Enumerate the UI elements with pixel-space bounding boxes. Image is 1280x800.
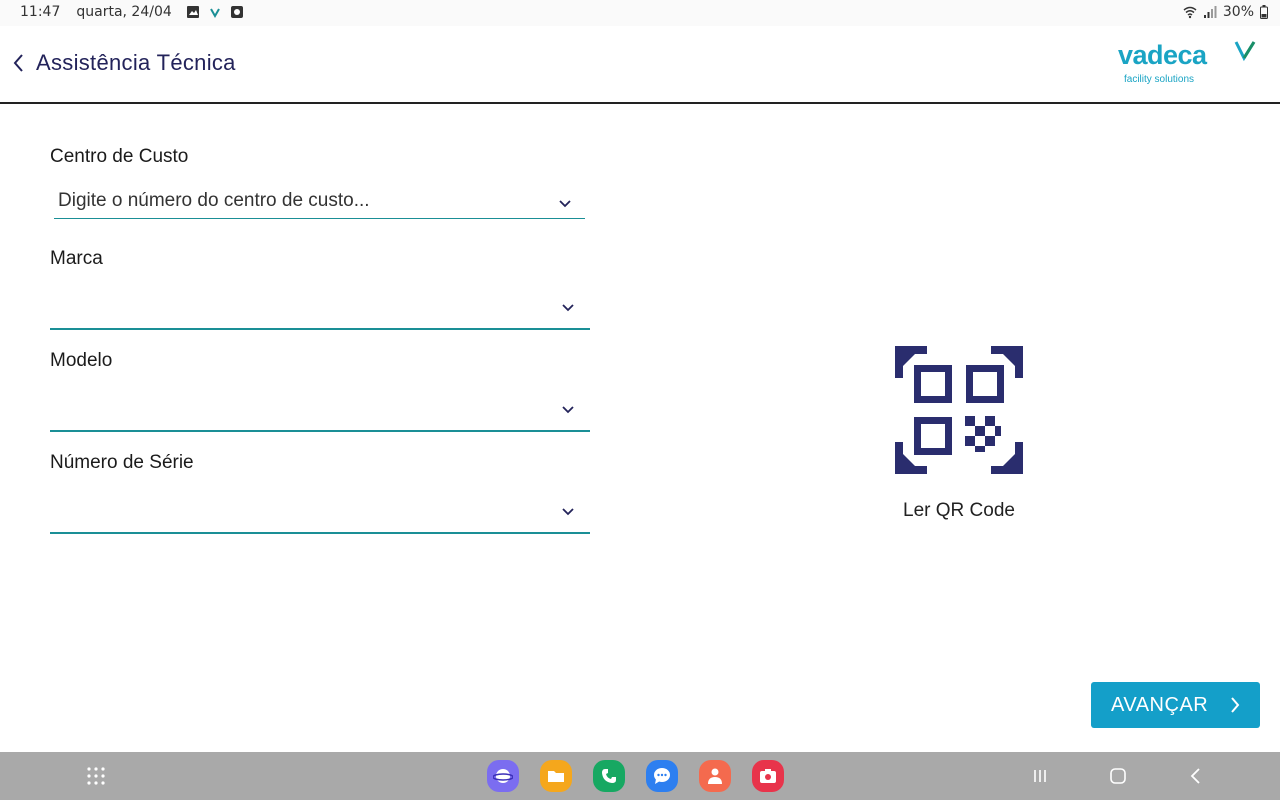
status-time: 11:47: [20, 4, 61, 20]
vadeca-logo: vadeca facility solutions: [1118, 40, 1258, 90]
chat-bubble-icon: [654, 768, 670, 784]
model-select[interactable]: [50, 390, 590, 432]
browser-planet-icon: [493, 769, 513, 783]
app-drawer-button[interactable]: [86, 766, 106, 786]
advance-button-label: AVANÇAR: [1111, 694, 1209, 716]
cost-center-field: Centro de Custo Digite o número do centr…: [50, 146, 590, 220]
brand-select[interactable]: [50, 288, 590, 330]
cost-center-input[interactable]: Digite o número do centro de custo...: [54, 184, 585, 219]
recents-icon: [1034, 770, 1046, 782]
serial-number-select[interactable]: [50, 492, 590, 534]
status-date: quarta, 24/04: [76, 4, 172, 20]
battery-icon: [1260, 5, 1268, 19]
back-button[interactable]: [12, 50, 32, 76]
chevron-left-icon: [1190, 768, 1200, 784]
my-files-icon[interactable]: [540, 760, 572, 792]
folder-icon: [548, 771, 564, 782]
logo-checkmark-icon: [1234, 41, 1256, 62]
chevron-down-icon: [562, 304, 574, 312]
status-bar-right: 30%: [1183, 4, 1268, 20]
screen-record-notification-icon: [230, 6, 243, 18]
page-title: Assistência Técnica: [36, 50, 236, 75]
chevron-right-icon: [1231, 697, 1240, 713]
system-back-button[interactable]: [1186, 766, 1206, 786]
battery-percent: 30%: [1222, 4, 1254, 20]
grid-dots-icon: [87, 767, 105, 785]
vadeca-notification-icon: [209, 8, 220, 19]
gallery-notification-icon: [186, 6, 199, 18]
qr-code-scan-icon: [895, 346, 1023, 474]
brand-field: Marca: [50, 248, 590, 330]
recents-button[interactable]: [1030, 766, 1050, 786]
serial-number-label: Número de Série: [50, 452, 194, 473]
cost-center-label: Centro de Custo: [50, 146, 189, 167]
screen-recorder-icon[interactable]: [752, 760, 784, 792]
model-label: Modelo: [50, 350, 113, 371]
chevron-down-icon: [559, 200, 571, 208]
chevron-left-icon: [13, 54, 23, 72]
brand-label: Marca: [50, 248, 103, 269]
chevron-down-icon: [562, 508, 574, 516]
status-bar-left: 11:47 quarta, 24/04: [20, 4, 244, 20]
cost-center-placeholder: Digite o número do centro de custo...: [58, 190, 370, 211]
serial-number-field: Número de Série: [50, 452, 590, 534]
app-header: Assistência Técnica vadeca facility solu…: [0, 26, 1280, 104]
advance-button[interactable]: AVANÇAR: [1091, 682, 1260, 728]
contacts-icon[interactable]: [699, 760, 731, 792]
handset-icon: [602, 769, 616, 783]
qr-code-label: Ler QR Code: [903, 500, 1015, 521]
person-icon: [708, 768, 722, 784]
logo-subtitle: facility solutions: [1124, 74, 1195, 85]
status-bar: 11:47 quarta, 24/04 30%: [0, 0, 1280, 26]
read-qr-code-button[interactable]: Ler QR Code: [880, 346, 1038, 526]
internet-browser-icon[interactable]: [487, 760, 519, 792]
chevron-down-icon: [562, 406, 574, 414]
app-dock: [487, 760, 784, 792]
signal-icon: [1203, 6, 1217, 18]
camera-icon: [760, 769, 776, 783]
messages-icon[interactable]: [646, 760, 678, 792]
model-field: Modelo: [50, 350, 590, 432]
logo-text: vadeca: [1118, 40, 1207, 70]
home-icon: [1110, 768, 1126, 784]
wifi-icon: [1183, 6, 1197, 19]
android-navigation-bar: [0, 752, 1280, 800]
home-button[interactable]: [1108, 766, 1128, 786]
phone-icon[interactable]: [593, 760, 625, 792]
